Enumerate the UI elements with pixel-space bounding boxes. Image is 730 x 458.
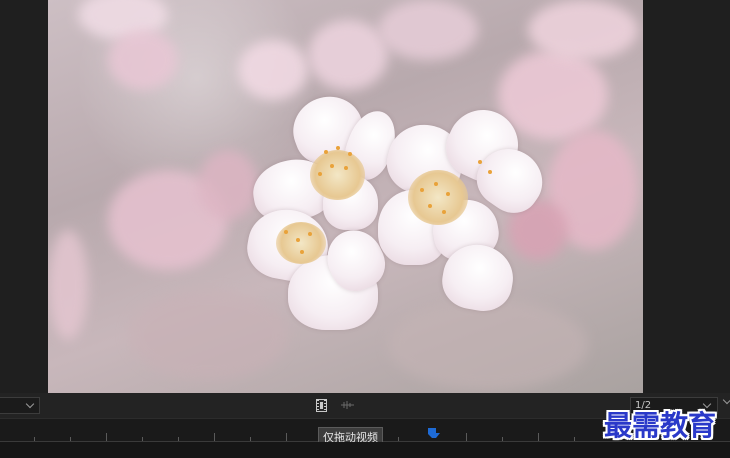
flower-stamen (488, 170, 492, 174)
flower-stamen (344, 166, 348, 170)
zoom-level-dropdown[interactable] (0, 397, 40, 414)
bokeh-blossom (388, 300, 588, 390)
chevron-down-icon[interactable] (722, 395, 730, 405)
bokeh-blossom (128, 290, 288, 380)
flower-center (276, 222, 326, 264)
flower-stamen (296, 238, 300, 242)
flower-stamen (308, 232, 312, 236)
ruler-tick (466, 433, 467, 441)
bokeh-blossom (238, 40, 308, 100)
flower-stamen (428, 204, 432, 208)
flower-stamen (284, 230, 288, 234)
audio-waveform-icon[interactable] (340, 399, 355, 411)
flower-stamen (336, 146, 340, 150)
bokeh-blossom (48, 230, 88, 340)
ruler-tick (538, 433, 539, 441)
flower-stamen (420, 188, 424, 192)
watermark-logo: 最需教育 (604, 409, 717, 442)
ruler-tick (214, 433, 215, 441)
flower-stamen (434, 182, 438, 186)
bokeh-blossom (198, 150, 258, 220)
bokeh-blossom (498, 50, 608, 140)
panel-bottom-strip (0, 442, 730, 458)
flower-center (408, 170, 468, 225)
ruler-tick (286, 433, 287, 441)
bokeh-blossom (528, 0, 638, 60)
monitor-left-gutter (0, 0, 48, 393)
bokeh-blossom (108, 30, 178, 90)
flower-stamen (348, 152, 352, 156)
flower-stamen (478, 160, 482, 164)
bokeh-blossom (308, 20, 388, 90)
video-preview-frame[interactable] (48, 0, 643, 393)
flower-stamen (442, 210, 446, 214)
ruler-tick (106, 433, 107, 441)
chevron-down-icon (702, 399, 712, 409)
flower-stamen (446, 192, 450, 196)
playhead-marker-icon[interactable] (427, 427, 441, 439)
bokeh-blossom (378, 0, 478, 60)
film-strip-icon[interactable] (316, 399, 327, 412)
premiere-source-monitor: 1/2 仅拖动视频 最需教育 (0, 0, 730, 458)
flower-stamen (324, 150, 328, 154)
chevron-down-icon (25, 399, 35, 409)
flower-stamen (330, 164, 334, 168)
flower-stamen (318, 172, 322, 176)
monitor-right-gutter (643, 0, 730, 393)
flower-stamen (300, 250, 304, 254)
